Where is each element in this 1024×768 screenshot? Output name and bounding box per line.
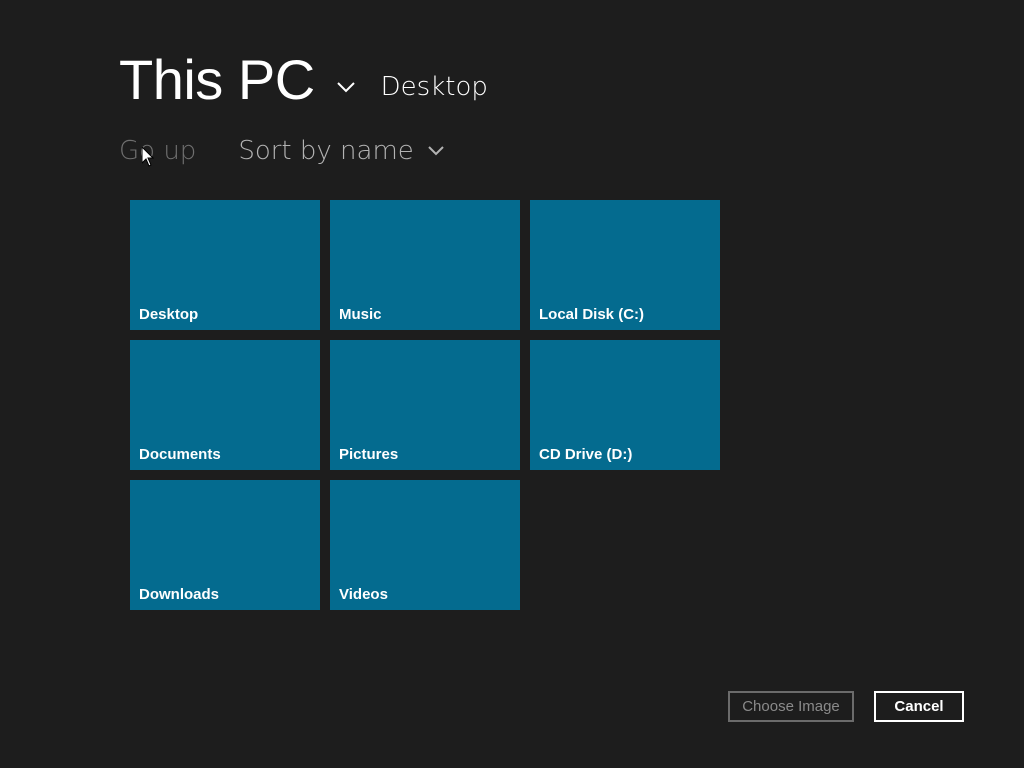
tile-label: CD Drive (D:) (539, 446, 633, 463)
drive-tile-cd-drive[interactable]: CD Drive (D:) (530, 340, 720, 470)
cancel-button[interactable]: Cancel (874, 691, 964, 722)
tile-label: Music (339, 306, 382, 323)
sort-label: Sort by name (238, 136, 414, 166)
location-header: This PC Desktop (119, 46, 488, 114)
choose-image-button[interactable]: Choose Image (728, 691, 854, 722)
chevron-down-icon (428, 146, 444, 156)
command-bar: Go up Sort by name (119, 132, 446, 170)
tile-label: Pictures (339, 446, 399, 463)
folder-tile-downloads[interactable]: Downloads (130, 480, 320, 610)
mouse-pointer-icon (142, 147, 154, 167)
tile-label: Local Disk (C:) (539, 306, 645, 323)
current-folder-label: Desktop (380, 72, 488, 102)
tile-label: Downloads (139, 586, 220, 603)
go-up-button[interactable]: Go up (119, 132, 196, 170)
folder-tile-pictures[interactable]: Pictures (330, 340, 520, 470)
file-picker-page: This PC Desktop Go up Sort by name Deskt… (0, 0, 1024, 768)
location-title[interactable]: This PC (119, 46, 315, 114)
folder-grid: Desktop Documents Downloads Music Pictur… (130, 200, 720, 610)
folder-tile-music[interactable]: Music (330, 200, 520, 330)
folder-tile-videos[interactable]: Videos (330, 480, 520, 610)
folder-tile-desktop[interactable]: Desktop (130, 200, 320, 330)
tile-label: Documents (139, 446, 221, 463)
sort-dropdown[interactable]: Sort by name (238, 132, 445, 170)
tile-label: Desktop (139, 306, 199, 323)
drive-tile-local-disk[interactable]: Local Disk (C:) (530, 200, 720, 330)
tile-label: Videos (339, 586, 388, 603)
chevron-down-icon[interactable] (335, 76, 357, 98)
folder-tile-documents[interactable]: Documents (130, 340, 320, 470)
